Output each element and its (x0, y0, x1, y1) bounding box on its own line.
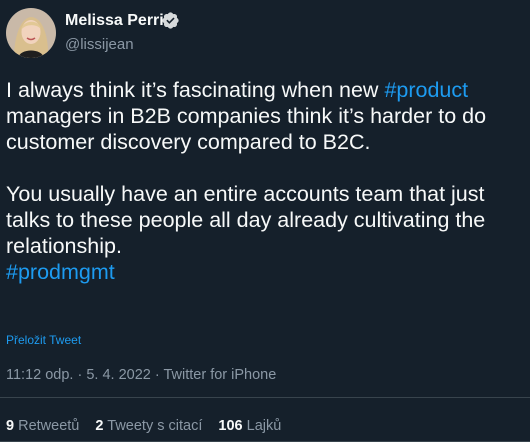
likes-stat[interactable]: 106 Lajků (218, 418, 281, 434)
translate-tweet-link[interactable]: Přeložit Tweet (6, 333, 81, 347)
hashtag-link[interactable]: #prodmgmt (6, 259, 526, 285)
verified-badge-icon (162, 12, 179, 29)
tweet-header: Melissa Perri @lissijean (0, 0, 530, 72)
author-handle[interactable]: @lissijean (65, 36, 134, 53)
tweet-stats: 9 Retweetů 2 Tweety s citací 106 Lajků (6, 418, 293, 434)
divider (0, 397, 530, 398)
author-name[interactable]: Melissa Perri (65, 12, 164, 30)
retweets-stat[interactable]: 9 Retweetů (6, 418, 79, 434)
tweet-text: I always think it’s fascinating when new… (6, 77, 526, 285)
hashtag-link[interactable]: #product (384, 78, 468, 102)
tweet-paragraph-1: I always think it’s fascinating when new… (6, 78, 487, 154)
quotes-stat[interactable]: 2 Tweety s citací (95, 418, 202, 434)
avatar[interactable] (6, 8, 56, 58)
tweet-paragraph-2: You usually have an entire accounts team… (6, 182, 486, 258)
tweet-timestamp[interactable]: 11:12 odp. · 5. 4. 2022 · Twitter for iP… (6, 367, 276, 383)
